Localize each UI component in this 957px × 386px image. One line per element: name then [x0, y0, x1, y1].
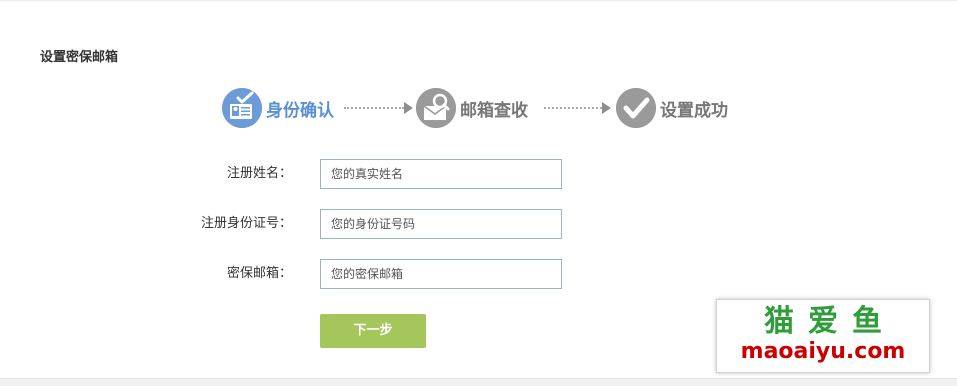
step-success-label: 设置成功: [660, 100, 728, 121]
step-success: 设置成功: [616, 86, 728, 130]
page-title: 设置密保邮箱: [40, 50, 119, 65]
step-arrow-1: [344, 101, 413, 114]
check-icon: [616, 88, 656, 128]
email-label: 密保邮箱：: [226, 266, 292, 281]
step-email-check-label: 邮箱查收: [460, 100, 528, 121]
step-arrow-2: [544, 101, 611, 114]
name-input[interactable]: [320, 159, 562, 189]
progress-steps: 身份确认 邮箱查收 设置成功: [220, 86, 760, 130]
watermark-domain: maoaiyu.com: [740, 339, 906, 364]
step-email-check: 邮箱查收: [416, 86, 528, 130]
id-number-input[interactable]: [320, 209, 562, 239]
id-number-label: 注册身份证号：: [200, 216, 292, 231]
form-row-name: 注册姓名：: [0, 159, 957, 189]
watermark-logo: 猫爱鱼 maoaiyu.com: [716, 299, 930, 373]
top-divider: [0, 0, 957, 1]
id-card-icon: [222, 88, 262, 128]
next-step-button[interactable]: 下一步: [320, 314, 426, 348]
name-label: 注册姓名：: [226, 166, 292, 181]
step-identity-label: 身份确认: [266, 100, 334, 121]
email-input[interactable]: [320, 259, 562, 289]
form-row-id-number: 注册身份证号：: [0, 209, 957, 239]
step-identity: 身份确认: [222, 86, 334, 130]
watermark-chinese: 猫爱鱼: [764, 304, 896, 339]
form-row-email: 密保邮箱：: [0, 259, 957, 289]
mail-search-icon: [416, 88, 456, 128]
